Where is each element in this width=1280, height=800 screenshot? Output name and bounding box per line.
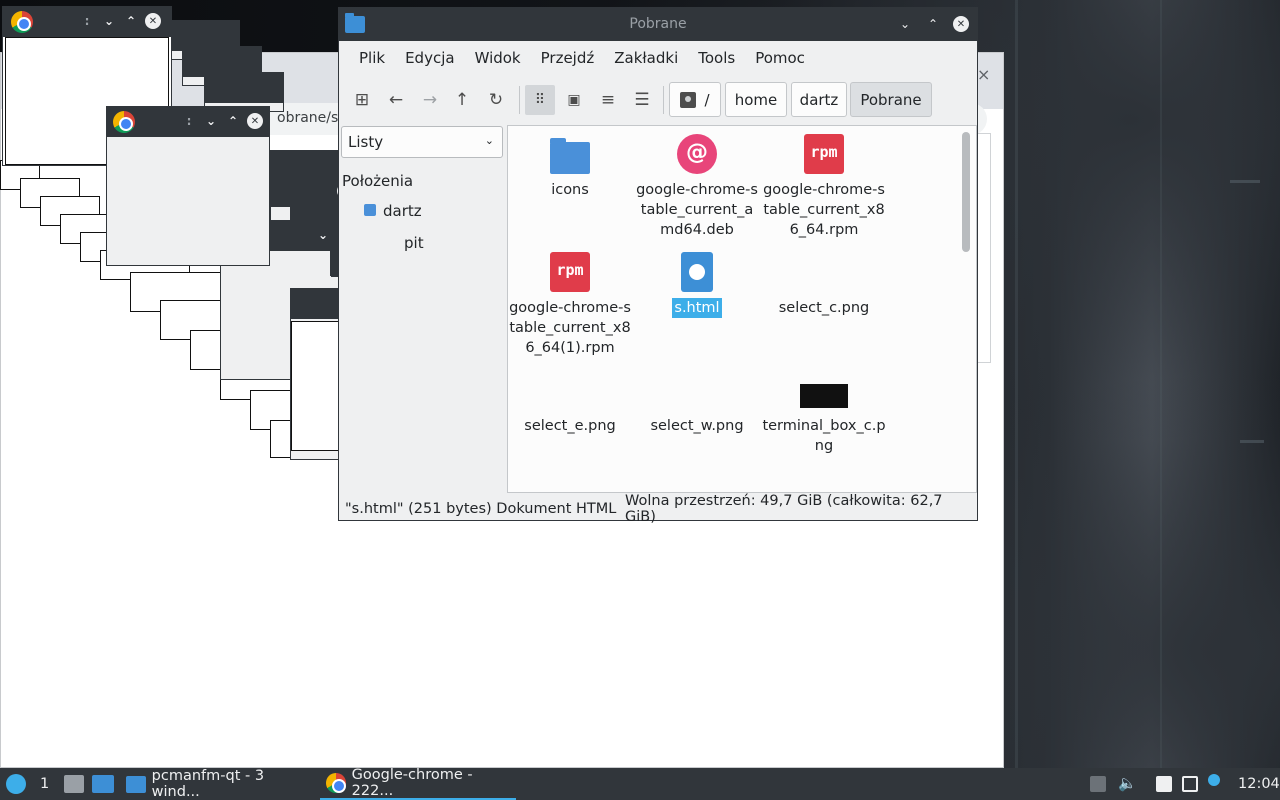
menu-plik[interactable]: Plik bbox=[349, 41, 395, 75]
file-item-terminal-box-c[interactable]: terminal_box_c.png bbox=[762, 370, 886, 456]
chrome-icon bbox=[113, 111, 135, 133]
breadcrumb-dartz[interactable]: dartz bbox=[791, 82, 847, 117]
window-titlebar[interactable]: Pobrane ⌄ ⌃ ✕ bbox=[339, 8, 977, 41]
folder-icon bbox=[550, 138, 590, 174]
menu-tools[interactable]: Tools bbox=[688, 41, 745, 75]
compact-view-icon[interactable]: ≡ bbox=[593, 85, 623, 115]
chrome-icon bbox=[326, 773, 346, 793]
close-icon[interactable]: ✕ bbox=[953, 16, 969, 32]
menubar: Plik Edycja Widok Przejdź Zakładki Tools… bbox=[339, 41, 977, 75]
close-icon[interactable]: × bbox=[977, 65, 990, 84]
home-folder-icon bbox=[364, 204, 376, 216]
vertical-scrollbar[interactable] bbox=[962, 132, 970, 252]
menu-przejdz[interactable]: Przejdź bbox=[531, 41, 605, 75]
back-icon[interactable]: ← bbox=[381, 85, 411, 115]
tray-arrow-icon[interactable] bbox=[1090, 776, 1106, 792]
notification-icon[interactable] bbox=[1208, 774, 1220, 786]
menu-fragment-icon: : bbox=[84, 14, 90, 28]
breadcrumb-home[interactable]: home bbox=[725, 82, 787, 117]
show-desktop-icon bbox=[64, 775, 84, 793]
task-pcmanfm[interactable]: pcmanfm-qt - 3 wind... bbox=[120, 768, 314, 800]
minimize-icon[interactable]: ⌄ bbox=[203, 113, 219, 129]
up-icon[interactable]: ↑ bbox=[447, 85, 477, 115]
maximize-icon[interactable]: ⌃ bbox=[225, 113, 241, 129]
address-bar-text: obrane/s bbox=[277, 110, 339, 126]
file-item-chrome-rpm[interactable]: google-chrome-stable_current_x86_64.rpm bbox=[762, 134, 886, 240]
statusbar: "s.html" (251 bytes) Dokument HTML Wolna… bbox=[339, 493, 977, 525]
chevron-down-icon: ⌄ bbox=[484, 134, 494, 147]
start-menu-button[interactable] bbox=[6, 768, 26, 800]
desktop-switcher[interactable]: 1 bbox=[40, 768, 49, 800]
minimize-icon[interactable]: ⌄ bbox=[315, 227, 331, 243]
drive-icon bbox=[680, 91, 697, 108]
maximize-icon[interactable]: ⌃ bbox=[925, 16, 941, 32]
clock[interactable]: 12:04 bbox=[1238, 768, 1280, 800]
rpm-package-icon bbox=[804, 134, 844, 174]
maximize-icon[interactable]: ⌃ bbox=[123, 13, 139, 29]
file-item-icons[interactable]: icons bbox=[508, 134, 632, 200]
breadcrumb-pobrane[interactable]: Pobrane bbox=[850, 82, 932, 117]
chrome-icon bbox=[11, 11, 33, 33]
menu-fragment-icon: : bbox=[186, 114, 192, 128]
minimize-icon[interactable]: ⌄ bbox=[101, 13, 117, 29]
status-free-space: Wolna przestrzeń: 49,7 GiB (całkowita: 6… bbox=[625, 493, 943, 525]
image-icon bbox=[800, 384, 848, 408]
file-item-select-e[interactable]: select_e.png bbox=[508, 370, 632, 436]
menu-widok[interactable]: Widok bbox=[465, 41, 531, 75]
minimize-icon[interactable]: ⌄ bbox=[897, 16, 913, 32]
volume-icon[interactable]: 🔈 bbox=[1118, 774, 1137, 792]
file-view[interactable]: icons google-chrome-stable_current_amd64… bbox=[507, 125, 977, 493]
file-manager-launcher[interactable] bbox=[92, 768, 114, 800]
folder-icon bbox=[126, 775, 146, 793]
sidebar-view-select[interactable]: Listy ⌄ bbox=[341, 126, 503, 158]
menu-edycja[interactable]: Edycja bbox=[395, 41, 464, 75]
rpm-package-icon bbox=[550, 252, 590, 292]
start-menu-icon bbox=[6, 774, 26, 794]
status-selection-info: "s.html" (251 bytes) Dokument HTML bbox=[345, 501, 617, 517]
html-file-icon bbox=[681, 252, 713, 292]
clipboard-icon[interactable] bbox=[1156, 776, 1172, 792]
taskbar: 1 pcmanfm-qt - 3 wind... Google-chrome -… bbox=[0, 767, 1280, 800]
show-desktop-button[interactable] bbox=[64, 768, 84, 800]
file-manager-window[interactable]: Pobrane ⌄ ⌃ ✕ Plik Edycja Widok Przejdź … bbox=[338, 7, 978, 525]
detailed-list-icon[interactable]: ☰ bbox=[627, 85, 657, 115]
file-item-s-html[interactable]: s.html bbox=[635, 252, 759, 318]
places-header: Położenia bbox=[342, 172, 414, 190]
menu-pomoc[interactable]: Pomoc bbox=[745, 41, 815, 75]
network-icon[interactable] bbox=[1182, 776, 1198, 792]
toolbar: ⊞ ← → ↑ ↻ ⠿ ▣ ≡ ☰ / home dartz Pobrane bbox=[339, 80, 977, 120]
sidebar-item-pit[interactable]: pit bbox=[404, 234, 424, 252]
reload-icon[interactable]: ↻ bbox=[481, 85, 511, 115]
close-icon[interactable]: ✕ bbox=[247, 113, 263, 129]
task-google-chrome[interactable]: Google-chrome - 222... bbox=[320, 767, 516, 800]
file-item-chrome-rpm-1[interactable]: google-chrome-stable_current_x86_64(1).r… bbox=[508, 252, 632, 358]
close-icon[interactable]: ✕ bbox=[145, 13, 161, 29]
folder-icon bbox=[92, 775, 114, 793]
menu-zakladki[interactable]: Zakładki bbox=[604, 41, 688, 75]
file-item-chrome-deb[interactable]: google-chrome-stable_current_amd64.deb bbox=[635, 134, 759, 240]
breadcrumb-root[interactable]: / bbox=[669, 82, 721, 117]
icon-view-icon[interactable]: ⠿ bbox=[525, 85, 555, 115]
forward-icon[interactable]: → bbox=[415, 85, 445, 115]
sidebar-item-dartz[interactable]: dartz bbox=[383, 202, 422, 220]
file-item-select-c[interactable]: select_c.png bbox=[762, 252, 886, 318]
thumbnail-view-icon[interactable]: ▣ bbox=[559, 85, 589, 115]
debian-package-icon bbox=[677, 134, 717, 174]
new-tab-icon[interactable]: ⊞ bbox=[347, 85, 377, 115]
file-item-select-w[interactable]: select_w.png bbox=[635, 370, 759, 436]
window-title: Pobrane bbox=[629, 16, 687, 32]
